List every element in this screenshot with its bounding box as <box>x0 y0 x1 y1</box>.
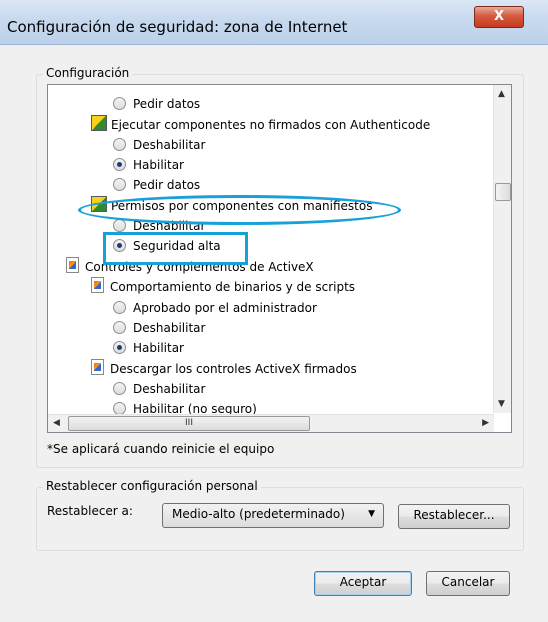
radio-button-selected[interactable] <box>113 341 126 354</box>
item-label: Pedir datos <box>133 97 201 111</box>
reset-level-select[interactable]: Medio-alto (predeterminado) ▼ <box>162 503 384 528</box>
item-label: Aprobado por el administrador <box>133 301 317 315</box>
item-label: Ejecutar componentes no firmados con Aut… <box>111 118 431 132</box>
horizontal-scrollbar[interactable]: ◀ III ▶ <box>48 414 494 432</box>
horizontal-scroll-thumb[interactable]: III <box>68 416 310 431</box>
activex-icon <box>91 277 104 293</box>
close-button[interactable]: X <box>474 6 524 28</box>
item-label: Descargar los controles ActiveX firmados <box>110 362 357 376</box>
list-item[interactable]: Aprobado por el administrador <box>113 298 317 318</box>
reset-label: Restablecer a: <box>47 504 133 518</box>
radio-button[interactable] <box>113 138 126 151</box>
scroll-down-icon[interactable]: ▼ <box>498 399 505 409</box>
vertical-scroll-thumb[interactable] <box>495 183 511 201</box>
vertical-scrollbar[interactable]: ▲ ▼ <box>493 85 511 413</box>
component-shield-icon <box>91 115 107 131</box>
list-item: Ejecutar componentes no firmados con Aut… <box>91 115 430 135</box>
list-item: Descargar los controles ActiveX firmados <box>91 359 357 379</box>
list-item[interactable]: Pedir datos <box>113 175 200 195</box>
close-icon: X <box>493 9 505 24</box>
highlight-oval <box>78 195 401 225</box>
reset-button[interactable]: Restablecer... <box>398 504 510 529</box>
list-item[interactable]: Habilitar <box>113 338 184 358</box>
reset-level-value: Medio-alto (predeterminado) <box>172 507 345 521</box>
item-label: Deshabilitar <box>133 138 206 152</box>
item-label: Habilitar <box>133 158 184 172</box>
scroll-right-icon[interactable]: ▶ <box>482 418 489 428</box>
item-label: Deshabilitar <box>133 382 206 396</box>
list-item[interactable]: Deshabilitar <box>113 135 205 155</box>
scroll-left-icon[interactable]: ◀ <box>53 418 60 428</box>
list-item[interactable]: Habilitar <box>113 155 184 175</box>
activex-icon <box>66 257 79 273</box>
reset-group-legend: Restablecer configuración personal <box>43 479 261 493</box>
activex-icon <box>91 359 104 375</box>
title-bar: Configuración de seguridad: zona de Inte… <box>0 0 548 45</box>
radio-button[interactable] <box>113 382 126 395</box>
restart-note: *Se aplicará cuando reinicie el equipo <box>47 442 275 456</box>
item-label: Deshabilitar <box>133 321 206 335</box>
item-label: Comportamiento de binarios y de scripts <box>110 280 356 294</box>
radio-button[interactable] <box>113 301 126 314</box>
item-label: Habilitar <box>133 341 184 355</box>
settings-group-legend: Configuración <box>43 66 133 80</box>
list-item: Comportamiento de binarios y de scripts <box>91 277 355 297</box>
radio-button-selected[interactable] <box>113 158 126 171</box>
radio-button[interactable] <box>113 178 126 191</box>
radio-button[interactable] <box>113 219 126 232</box>
cancel-button[interactable]: Cancelar <box>426 571 510 596</box>
radio-button[interactable] <box>113 321 126 334</box>
list-item[interactable]: Deshabilitar <box>113 379 205 399</box>
list-item[interactable]: Pedir datos <box>113 94 200 114</box>
ok-button[interactable]: Aceptar <box>314 571 412 596</box>
list-item[interactable]: Deshabilitar <box>113 318 205 338</box>
highlight-rectangle <box>103 232 248 265</box>
chevron-down-icon: ▼ <box>368 509 375 519</box>
radio-button[interactable] <box>113 97 126 110</box>
window-title: Configuración de seguridad: zona de Inte… <box>7 18 348 36</box>
item-label: Pedir datos <box>133 178 201 192</box>
scroll-up-icon[interactable]: ▲ <box>498 89 505 99</box>
